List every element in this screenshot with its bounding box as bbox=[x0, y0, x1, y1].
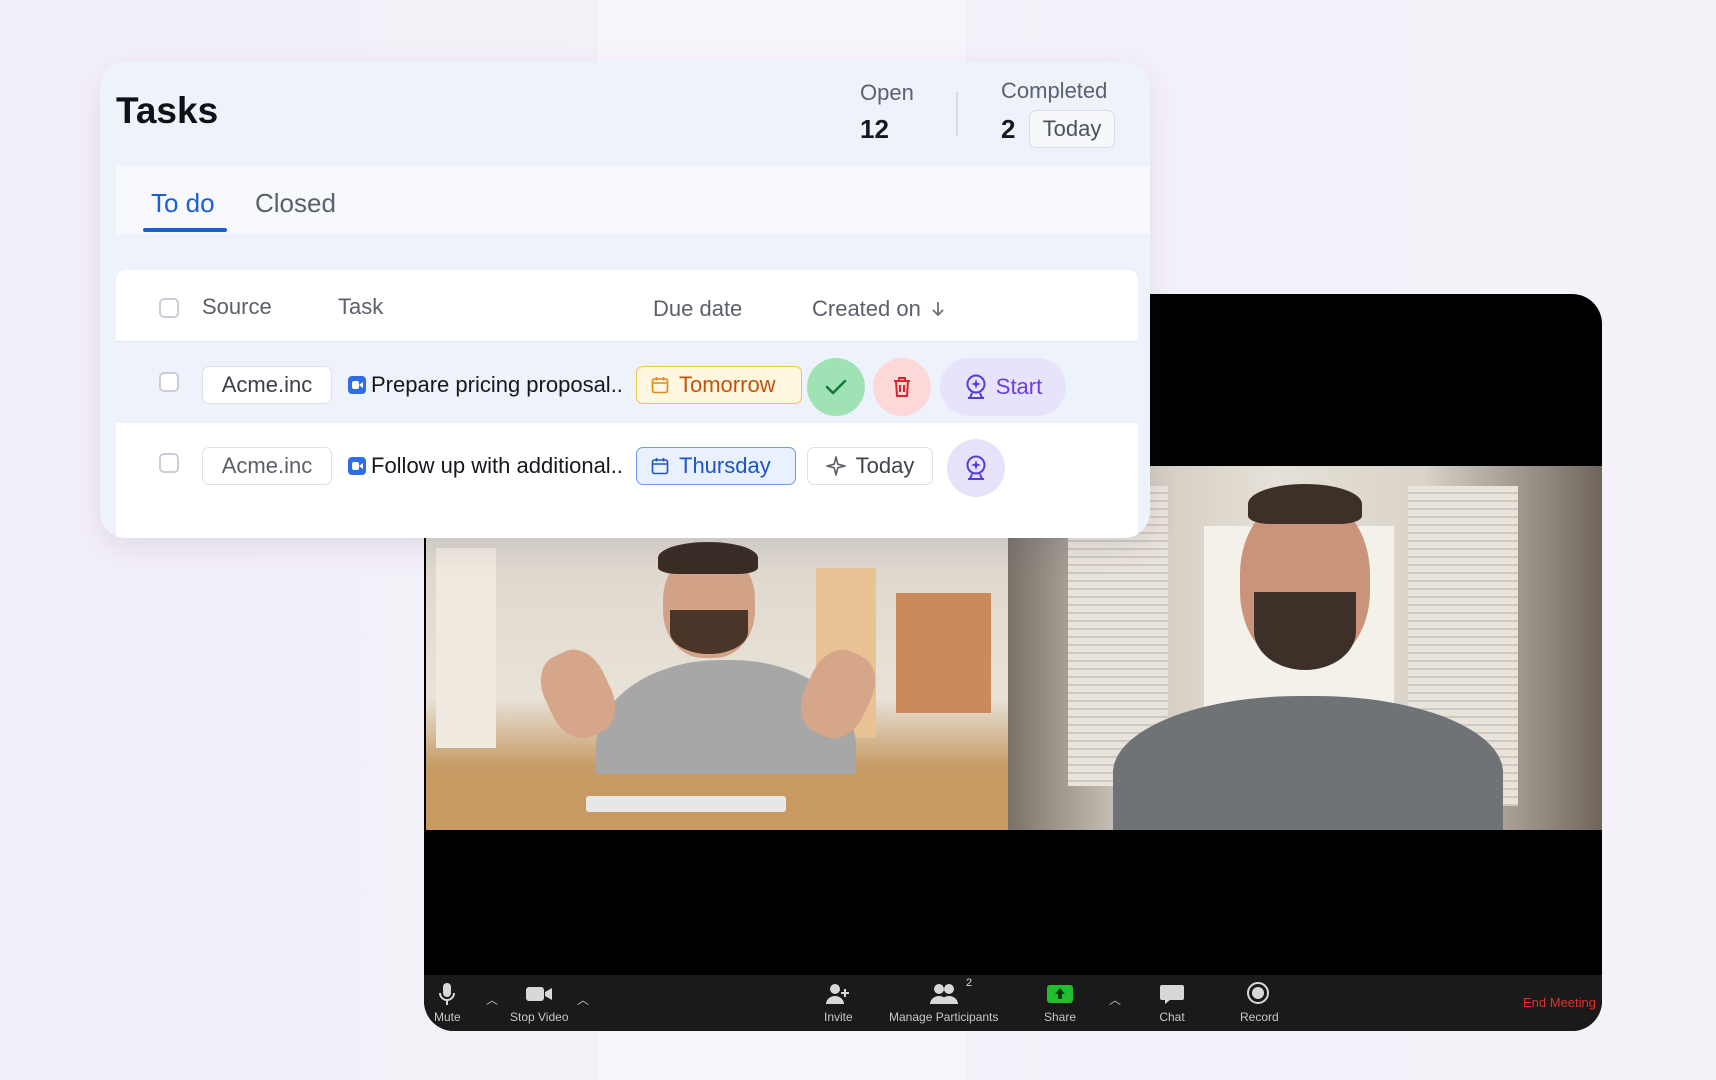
mute-options-caret-icon[interactable]: ︿ bbox=[486, 991, 498, 1008]
created-on-label: Created on bbox=[812, 296, 921, 321]
open-label: Open bbox=[860, 80, 914, 105]
tasks-card: Tasks Open 12 Completed 2 Today To do Cl… bbox=[100, 62, 1150, 538]
task-title: Follow up with additional.. bbox=[371, 453, 623, 478]
video-camera-icon bbox=[525, 981, 553, 1007]
due-date-chip[interactable]: Tomorrow bbox=[636, 366, 802, 404]
chat-bubble-icon bbox=[1159, 981, 1185, 1007]
clothes-rack bbox=[896, 593, 991, 713]
microphone-icon bbox=[438, 981, 456, 1007]
start-task-button[interactable]: Start bbox=[940, 358, 1066, 416]
record-icon bbox=[1246, 981, 1272, 1007]
select-all-checkbox[interactable] bbox=[159, 298, 179, 318]
video-options-caret-icon[interactable]: ︿ bbox=[577, 991, 589, 1008]
stop-video-button[interactable]: Stop Video bbox=[510, 981, 569, 1024]
manage-participants-button[interactable]: Manage Participants bbox=[889, 981, 998, 1024]
trash-icon bbox=[894, 377, 910, 397]
share-options-caret-icon[interactable]: ︿ bbox=[1109, 991, 1121, 1008]
created-on-value: Today bbox=[855, 453, 915, 478]
active-tab-indicator bbox=[143, 228, 227, 232]
calendar-icon bbox=[651, 377, 669, 394]
delete-task-button[interactable] bbox=[873, 358, 931, 416]
wall-decor bbox=[436, 548, 496, 748]
person-beard bbox=[1254, 592, 1356, 670]
keyboard bbox=[586, 796, 786, 812]
person-hair bbox=[658, 542, 758, 574]
column-header-created-on[interactable]: Created on bbox=[812, 296, 945, 322]
chat-button[interactable]: Chat bbox=[1159, 981, 1185, 1024]
row-checkbox[interactable] bbox=[159, 372, 179, 392]
column-header-task[interactable]: Task bbox=[338, 294, 383, 320]
completed-count: 2 bbox=[1001, 114, 1016, 144]
ai-assistant-icon bbox=[966, 374, 986, 399]
column-header-due-date[interactable]: Due date bbox=[653, 296, 742, 322]
video-camera-icon bbox=[348, 457, 366, 475]
stats-divider bbox=[956, 92, 958, 136]
due-date-chip[interactable]: Thursday bbox=[636, 447, 796, 485]
meeting-toolbar: Mute ︿ Stop Video ︿ Invite Manage Partic… bbox=[424, 975, 1602, 1031]
page-title: Tasks bbox=[116, 90, 219, 131]
tab-to-do[interactable]: To do bbox=[151, 188, 215, 219]
start-label: Start bbox=[995, 374, 1043, 399]
tab-closed[interactable]: Closed bbox=[255, 188, 336, 219]
calendar-icon bbox=[651, 458, 669, 475]
due-date-label: Thursday bbox=[679, 453, 771, 478]
created-on-chip[interactable]: Today bbox=[807, 447, 933, 485]
share-button[interactable]: Share bbox=[1044, 981, 1076, 1024]
check-icon bbox=[825, 379, 847, 395]
person-hair bbox=[1248, 484, 1362, 524]
complete-task-button[interactable] bbox=[807, 358, 865, 416]
share-screen-icon bbox=[1046, 981, 1074, 1007]
add-person-icon bbox=[825, 981, 851, 1007]
task-title: Prepare pricing proposal.. bbox=[371, 372, 623, 397]
person-body bbox=[1113, 696, 1503, 830]
participant-count: 2 bbox=[966, 977, 973, 989]
end-meeting-button[interactable]: End Meeting bbox=[1523, 995, 1596, 1010]
completed-label: Completed bbox=[1001, 78, 1108, 103]
ai-assistant-icon bbox=[966, 455, 986, 480]
table-row[interactable]: Acme.inc Follow up with additional.. Thu… bbox=[116, 423, 1138, 505]
column-header-source[interactable]: Source bbox=[202, 294, 272, 320]
tabs-bar: To do Closed bbox=[116, 166, 1150, 234]
due-date-label: Tomorrow bbox=[679, 372, 776, 397]
person-beard bbox=[670, 610, 748, 654]
completed-period-chip[interactable]: Today bbox=[1029, 110, 1115, 148]
record-button[interactable]: Record bbox=[1240, 981, 1279, 1024]
invite-button[interactable]: Invite bbox=[824, 981, 853, 1024]
video-camera-icon bbox=[348, 376, 366, 394]
start-task-icon-button[interactable] bbox=[947, 439, 1005, 497]
source-chip[interactable]: Acme.inc bbox=[202, 366, 332, 404]
tasks-table: Source Task Due date Created on Acme.inc… bbox=[116, 270, 1138, 538]
row-checkbox[interactable] bbox=[159, 453, 179, 473]
participant-video-left[interactable] bbox=[426, 538, 1008, 830]
mute-button[interactable]: Mute bbox=[434, 981, 461, 1024]
task-cell[interactable]: Follow up with additional.. bbox=[348, 453, 623, 479]
sparkle-icon bbox=[825, 456, 846, 476]
open-count: 12 bbox=[860, 114, 889, 144]
task-cell[interactable]: Prepare pricing proposal.. bbox=[348, 372, 623, 398]
source-chip[interactable]: Acme.inc bbox=[202, 447, 332, 485]
table-row[interactable]: Acme.inc Prepare pricing proposal.. Tomo… bbox=[116, 341, 1138, 423]
arrow-down-icon bbox=[932, 302, 944, 317]
participants-icon bbox=[929, 981, 959, 1007]
